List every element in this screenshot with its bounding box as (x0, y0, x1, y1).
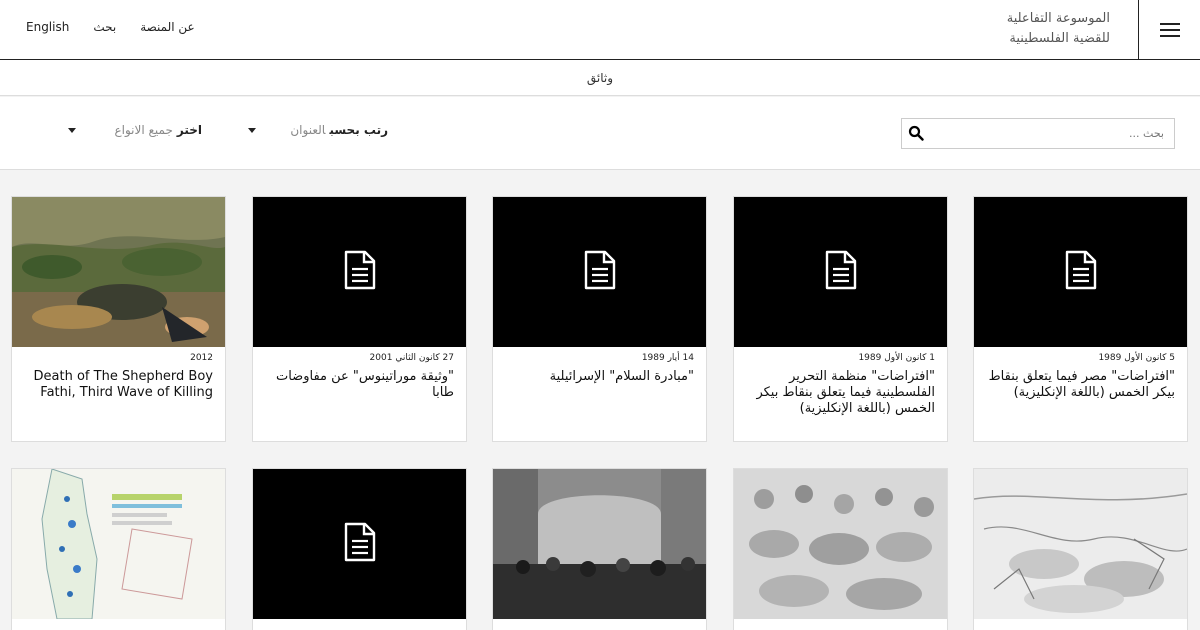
document-card[interactable]: 1 كانون الأول 1989 "افتراضات" منظمة التح… (733, 196, 948, 442)
section-title: وثائق (586, 70, 614, 85)
map-image (12, 469, 225, 619)
card-thumbnail (253, 197, 466, 347)
link-search[interactable]: بحث (93, 20, 116, 34)
document-card[interactable] (252, 468, 467, 630)
search-box (901, 118, 1175, 149)
painting-card[interactable]: 2012 Death of The Shepherd Boy Fathi, Th… (11, 196, 226, 442)
top-links: English بحث عن المنصة (26, 20, 195, 34)
card-thumbnail (12, 197, 225, 347)
card-thumbnail (493, 469, 706, 619)
card-thumbnail (493, 197, 706, 347)
map-card[interactable] (11, 468, 226, 630)
card-title[interactable]: "مبادرة السلام" الإسرائيلية (503, 369, 694, 385)
link-about[interactable]: عن المنصة (140, 20, 195, 34)
search-icon[interactable] (908, 125, 924, 141)
chevron-down-icon (248, 127, 256, 133)
sort-value: العنوان (290, 123, 326, 137)
card-title[interactable]: "وثيقة موراتينوس" عن مفاوضات طابا (263, 369, 454, 401)
document-icon (824, 250, 858, 294)
card-date: 14 أيار 1989 (641, 353, 694, 363)
photo-card[interactable] (492, 468, 707, 630)
card-title[interactable]: Death of The Shepherd Boy Fathi, Third W… (22, 369, 213, 401)
link-english[interactable]: English (26, 20, 69, 34)
document-card[interactable]: 27 كانون الثاني 2001 "وثيقة موراتينوس" ع… (252, 196, 467, 442)
document-icon (343, 250, 377, 294)
sketch-card[interactable] (973, 468, 1188, 630)
menu-button[interactable] (1138, 0, 1200, 59)
document-icon (343, 522, 377, 566)
sketch-crowd-image (734, 469, 947, 619)
sketch-card[interactable] (733, 468, 948, 630)
site-title-line1: الموسوعة التفاعلية (1006, 11, 1110, 26)
card-thumbnail (974, 197, 1187, 347)
card-thumbnail (12, 469, 225, 619)
chevron-down-icon (68, 127, 76, 133)
card-date: 27 كانون الثاني 2001 (369, 353, 454, 363)
card-thumbnail (734, 469, 947, 619)
card-title[interactable]: "افتراضات" منظمة التحرير الفلسطينية فيما… (744, 369, 935, 417)
type-filter-label: اختر (176, 123, 202, 137)
sort-dropdown[interactable]: رتب بحسبالعنوان (248, 123, 388, 137)
search-input[interactable] (934, 119, 1174, 148)
site-title[interactable]: الموسوعة التفاعلية للقضية الفلسطينية (1007, 9, 1110, 49)
section-title-bar: وثائق (0, 60, 1200, 96)
card-date: 5 كانون الأول 1989 (1098, 353, 1175, 363)
card-title[interactable]: "افتراضات" مصر فيما يتعلق بنقاط بيكر الخ… (984, 369, 1175, 401)
card-date: 1 كانون الأول 1989 (858, 353, 935, 363)
sort-label: رتب بحسب (329, 123, 388, 137)
document-card[interactable]: 5 كانون الأول 1989 "افتراضات" مصر فيما ي… (973, 196, 1188, 442)
type-filter-dropdown[interactable]: اخترجميع الانواع (68, 123, 202, 137)
type-filter-value: جميع الانواع (114, 123, 173, 137)
sketch-image (974, 469, 1187, 619)
site-title-line2: للقضية الفلسطينية (1009, 31, 1110, 46)
painting-image (12, 197, 225, 347)
document-card[interactable]: 14 أيار 1989 "مبادرة السلام" الإسرائيلية (492, 196, 707, 442)
filter-bar: اخترجميع الانواع رتب بحسبالعنوان (0, 97, 1200, 170)
card-thumbnail (974, 469, 1187, 619)
card-thumbnail (253, 469, 466, 619)
site-header: الموسوعة التفاعلية للقضية الفلسطينية Eng… (0, 0, 1200, 60)
photo-image (493, 469, 706, 619)
document-icon (583, 250, 617, 294)
document-icon (1064, 250, 1098, 294)
card-thumbnail (734, 197, 947, 347)
card-date: 2012 (190, 353, 213, 363)
hamburger-icon (1159, 22, 1180, 37)
